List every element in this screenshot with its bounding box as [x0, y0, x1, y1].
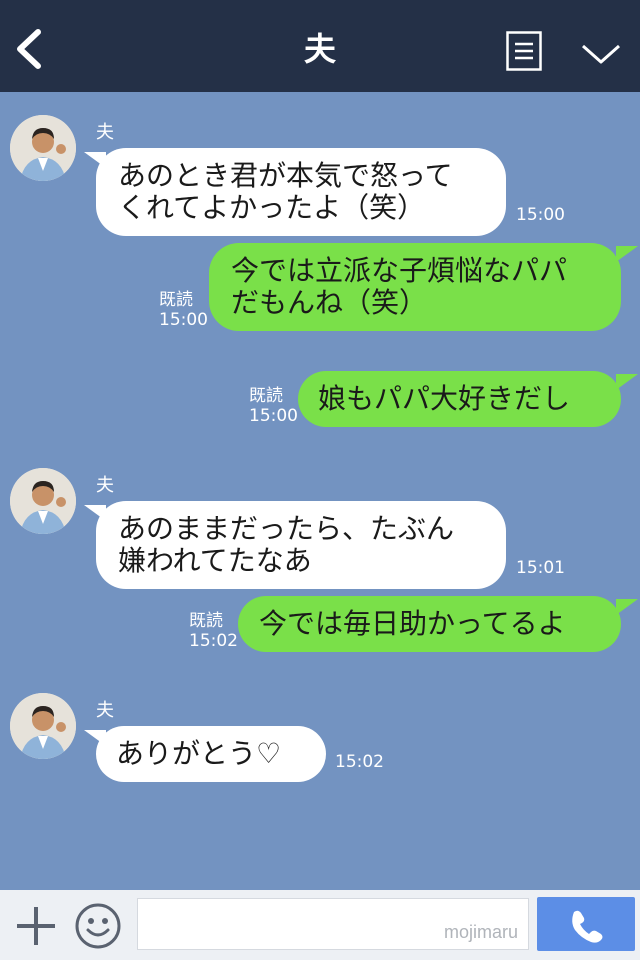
message-input[interactable]: mojimaru	[137, 898, 529, 950]
add-button[interactable]	[14, 904, 58, 948]
watermark: mojimaru	[443, 922, 518, 942]
phone-icon	[572, 910, 603, 943]
chevron-down-icon	[582, 44, 620, 64]
message-time: 15:01	[516, 558, 565, 578]
message-bubble-outgoing[interactable]: 今では立派な子煩悩なパパ だもんね（笑）	[209, 243, 621, 331]
avatar-photo-icon	[10, 468, 76, 534]
bubble-tail	[616, 599, 638, 615]
notes-button[interactable]	[506, 31, 542, 71]
message-bubble-incoming[interactable]: ありがとう♡	[96, 726, 326, 782]
chat-title: 夫	[303, 30, 336, 68]
input-bar: mojimaru	[0, 890, 640, 960]
message-time: 15:00	[249, 406, 298, 426]
chat-header: 夫	[0, 0, 640, 92]
read-status: 既読	[249, 386, 283, 406]
bubble-tail	[616, 374, 638, 390]
sender-name: 夫	[96, 700, 114, 721]
read-status: 既読	[189, 611, 223, 631]
message-bubble-outgoing[interactable]: 娘もパパ大好きだし	[298, 371, 621, 427]
message-time: 15:02	[189, 631, 238, 651]
message-bubble-incoming[interactable]: あのとき君が本気で怒って くれてよかったよ（笑）	[96, 148, 506, 236]
collapse-button[interactable]	[580, 38, 622, 68]
message-time: 15:00	[159, 310, 208, 330]
read-status: 既読	[159, 290, 193, 310]
sender-name: 夫	[96, 475, 114, 496]
smiley-icon	[75, 903, 121, 949]
message-bubble-outgoing[interactable]: 今では毎日助かってるよ	[238, 596, 621, 652]
notes-icon	[506, 31, 542, 71]
avatar[interactable]	[10, 468, 76, 534]
message-bubble-incoming[interactable]: あのままだったら、たぶん 嫌われてたなあ	[96, 501, 506, 589]
chat-area[interactable]: 夫 あのとき君が本気で怒って くれてよかったよ（笑） 15:00 既読 15:0…	[0, 92, 640, 890]
plus-icon	[17, 907, 55, 945]
message-time: 15:00	[516, 205, 565, 225]
avatar-photo-icon	[10, 115, 76, 181]
bubble-tail	[616, 246, 638, 262]
avatar[interactable]	[10, 115, 76, 181]
sender-name: 夫	[96, 122, 114, 143]
emoji-button[interactable]	[74, 902, 122, 950]
message-time: 15:02	[335, 752, 384, 772]
avatar[interactable]	[10, 693, 76, 759]
avatar-photo-icon	[10, 693, 76, 759]
call-button[interactable]	[537, 897, 635, 951]
